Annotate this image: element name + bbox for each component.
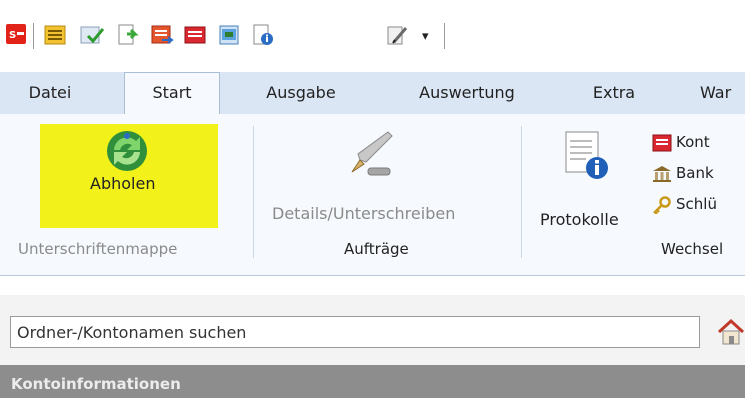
tab-wartung[interactable]: War [700, 72, 745, 114]
document-info-icon[interactable] [252, 24, 274, 50]
key-icon [653, 195, 671, 215]
bank-button[interactable]: Bank [652, 160, 714, 186]
app-logo-icon[interactable]: S [6, 24, 26, 48]
refresh-icon[interactable] [104, 128, 150, 178]
account-red-icon[interactable] [184, 24, 206, 50]
qat-separator [33, 23, 34, 49]
abholen-button[interactable]: Abholen [90, 174, 155, 193]
tab-extra[interactable]: Extra [574, 72, 654, 114]
fountain-pen-icon[interactable] [346, 128, 396, 182]
kontoinformationen-title: Kontoinformationen [11, 375, 181, 393]
protokolle-button[interactable]: Protokolle [540, 210, 619, 229]
group-label-wechsel: Wechsel [661, 240, 724, 258]
svg-text:S: S [9, 30, 16, 41]
tab-start[interactable]: Start [124, 72, 220, 114]
group-separator [253, 126, 254, 258]
search-bar [0, 295, 745, 365]
account-icon [652, 134, 672, 151]
bank-icon [653, 165, 671, 182]
tab-ausgabe[interactable]: Ausgabe [248, 72, 354, 114]
transfer-icon[interactable] [150, 24, 174, 50]
group-label-auftraege: Aufträge [344, 240, 409, 258]
details-unterschreiben-button[interactable]: Details/Unterschreiben [272, 204, 455, 223]
qat-separator [444, 23, 445, 49]
konto-button[interactable]: Kont [652, 129, 710, 155]
search-input[interactable] [10, 316, 700, 348]
schluessel-button[interactable]: Schlü [652, 191, 717, 217]
send-document-icon[interactable] [117, 24, 139, 50]
protocol-info-icon[interactable] [562, 128, 612, 188]
group-separator [521, 126, 522, 258]
ribbon-tab-bar: Datei Start Ausgabe Auswertung Extra War [0, 72, 745, 114]
home-icon[interactable] [716, 317, 745, 351]
qat-customize-dropdown[interactable]: ▾ [422, 30, 429, 43]
tab-datei[interactable]: Datei [0, 72, 100, 114]
kontoinformationen-header: Kontoinformationen [0, 365, 745, 398]
approve-icon[interactable] [80, 24, 105, 50]
quick-access-toolbar: S ▾ [0, 0, 745, 72]
ribbon-panel: Abholen Details/Unterschreiben Protokoll… [0, 114, 745, 276]
sign-pen-icon[interactable] [386, 24, 408, 50]
folder-list-icon[interactable] [44, 24, 66, 50]
group-label-unterschriftenmappe: Unterschriftenmappe [18, 240, 178, 258]
calendar-icon[interactable] [219, 24, 241, 50]
tab-auswertung[interactable]: Auswertung [402, 72, 532, 114]
